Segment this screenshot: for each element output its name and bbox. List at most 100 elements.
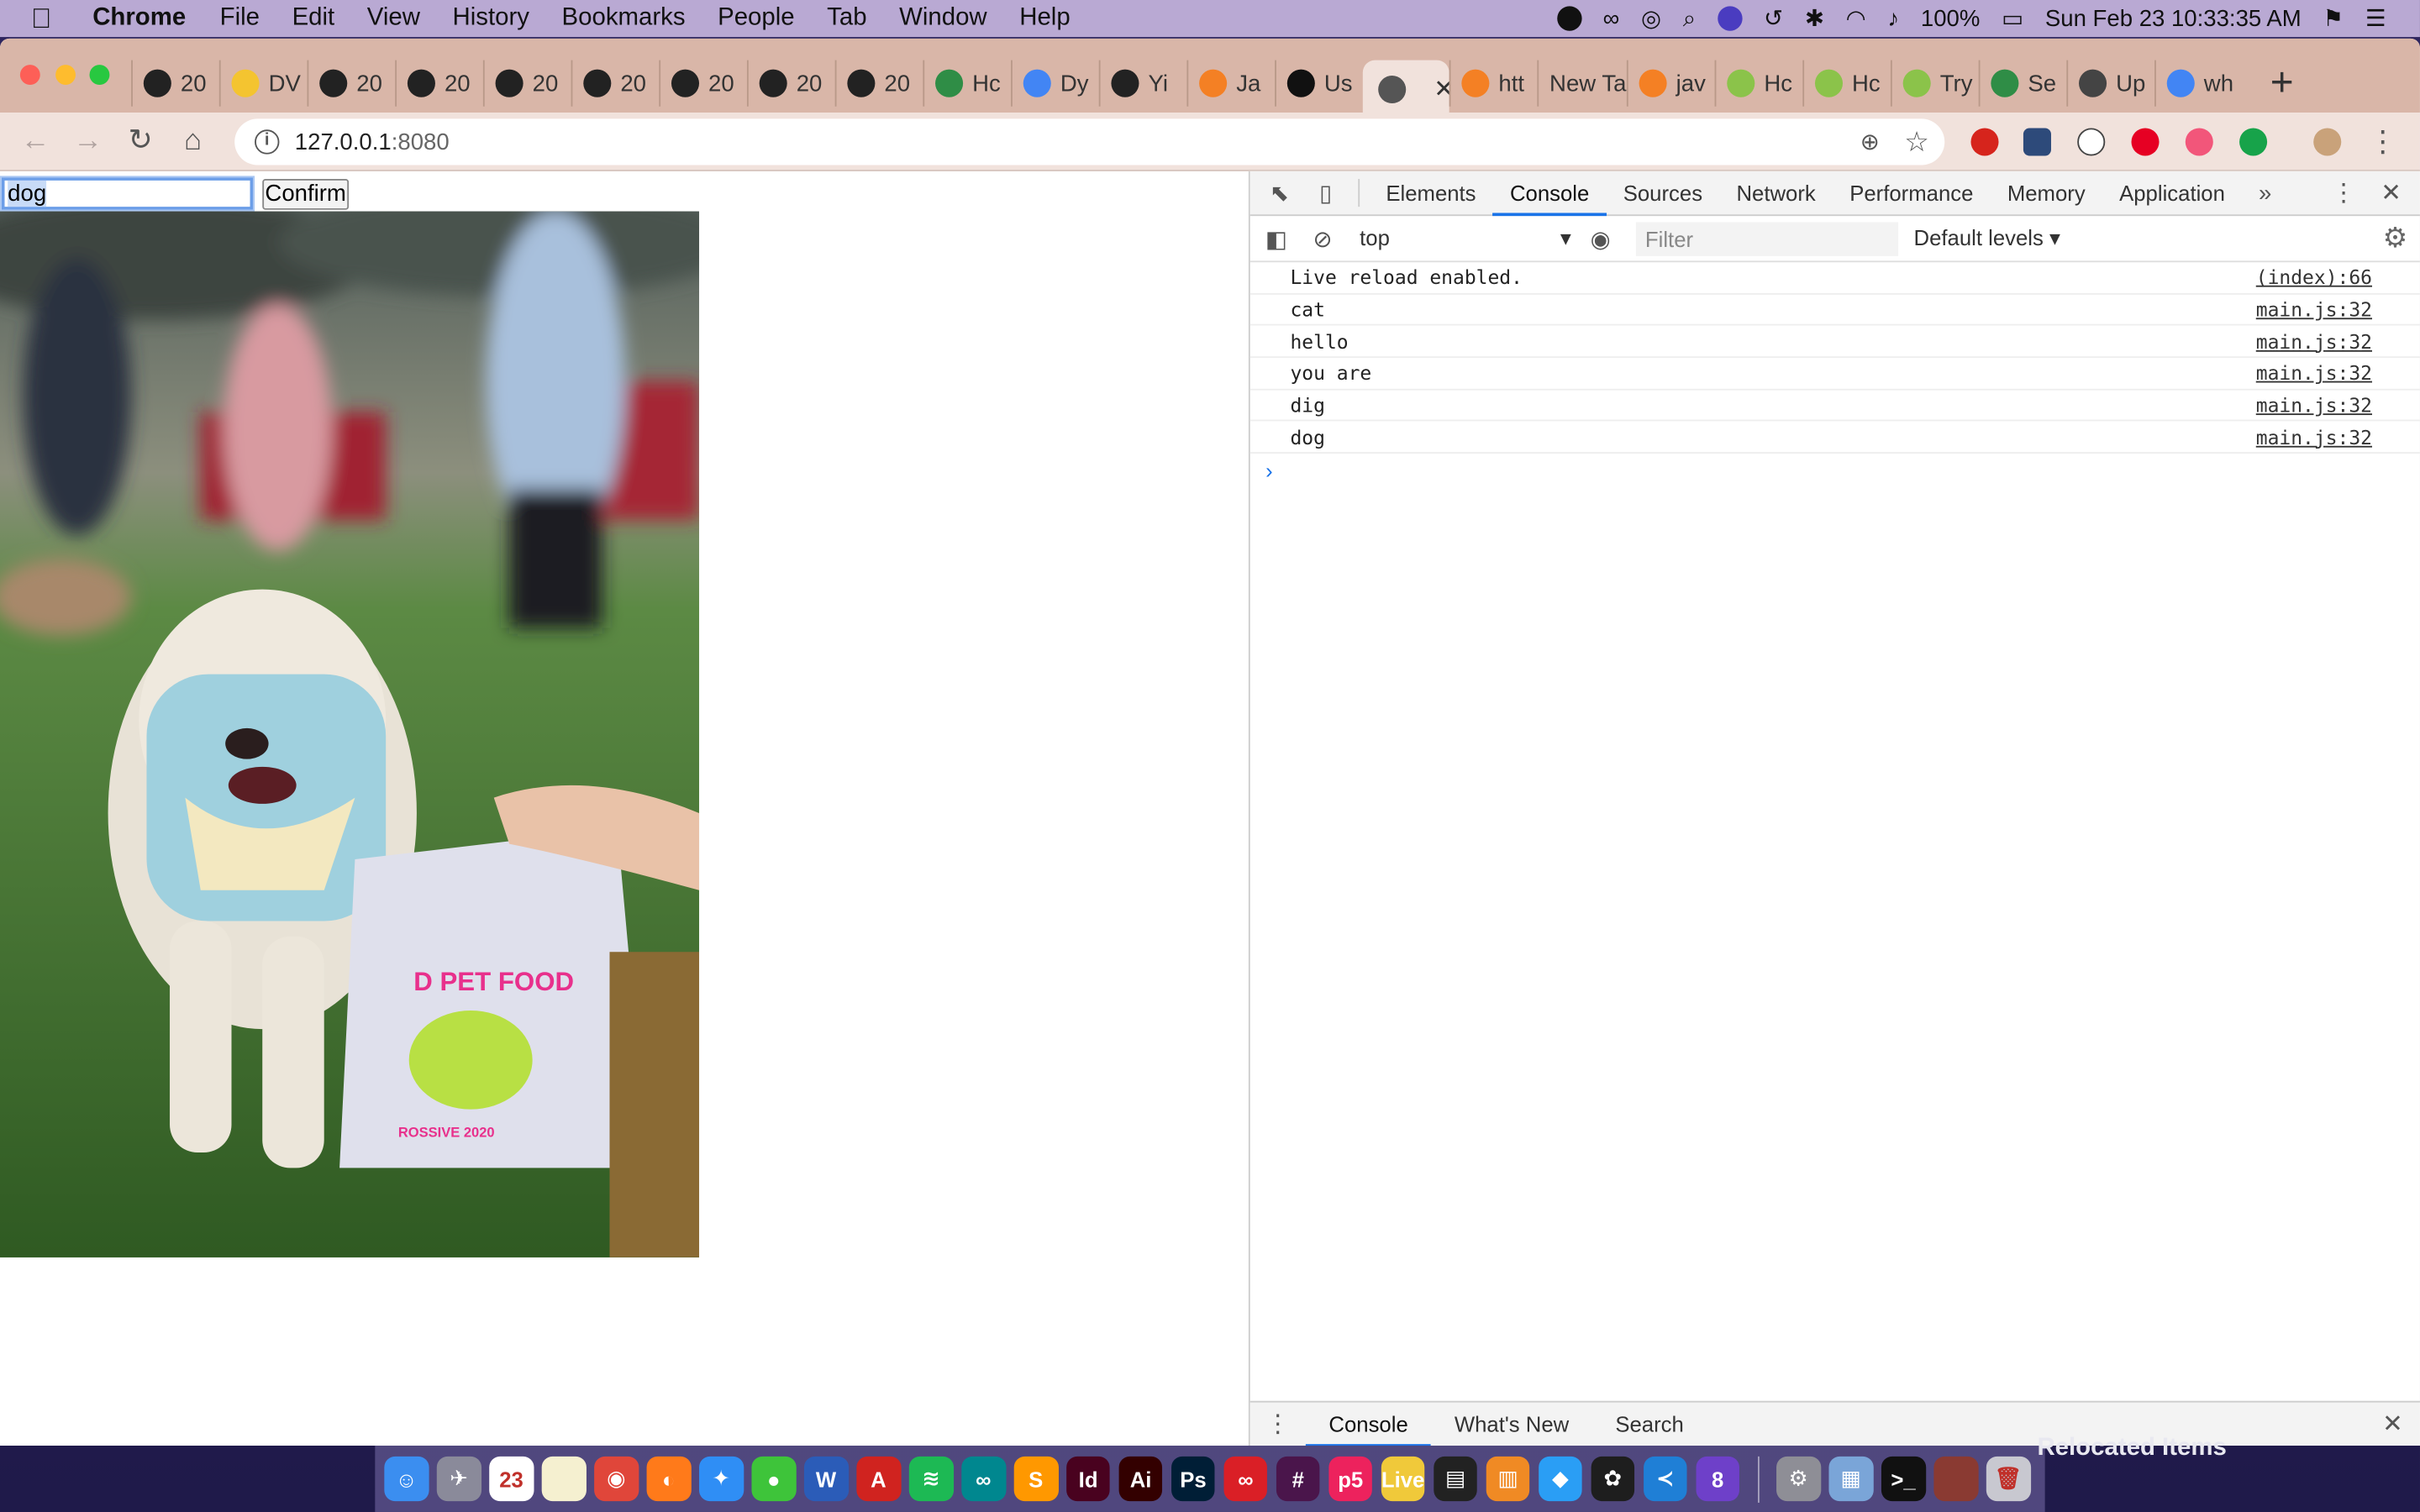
sublime-icon[interactable]: S <box>1013 1457 1059 1501</box>
books-icon[interactable]: ▥ <box>1486 1457 1530 1501</box>
browser-tab[interactable]: jav <box>1626 60 1715 107</box>
close-window-button[interactable] <box>19 65 40 86</box>
browser-tab[interactable]: Up <box>2066 60 2154 107</box>
app-menu[interactable]: Chrome <box>92 5 186 33</box>
word-icon[interactable]: W <box>803 1457 849 1501</box>
firefox-icon[interactable]: ◐ <box>646 1457 692 1501</box>
browser-tab[interactable]: 20 <box>834 60 923 107</box>
menu-view[interactable]: View <box>367 5 420 33</box>
slack-icon[interactable]: # <box>1276 1457 1321 1501</box>
menu-bookmarks[interactable]: Bookmarks <box>562 5 686 33</box>
preview-icon[interactable]: ▦ <box>1828 1457 1873 1501</box>
browser-tab[interactable]: wh <box>2154 60 2243 107</box>
tab-network[interactable]: Network <box>1719 171 1833 215</box>
back-button[interactable]: ← <box>9 124 61 158</box>
pinterest-icon[interactable] <box>2131 128 2160 156</box>
browser-tab[interactable]: Try <box>1890 60 1979 107</box>
safari-icon[interactable]: ✦ <box>698 1457 744 1501</box>
tab-memory[interactable]: Memory <box>1991 171 2102 215</box>
extension-t-icon[interactable] <box>2185 128 2213 156</box>
chrome-icon[interactable]: ◉ <box>594 1457 639 1501</box>
arduino-icon[interactable]: ∞ <box>960 1457 1006 1501</box>
live-icon[interactable]: Live <box>1381 1457 1425 1501</box>
creative-cloud-menu-icon[interactable]: ∞ <box>1603 5 1620 31</box>
console-source-link[interactable]: main.js:32 <box>2256 394 2372 417</box>
browser-tab[interactable]: Yi <box>1098 60 1187 107</box>
time-machine-icon[interactable]: ↺ <box>1764 5 1783 32</box>
extension-grammarly-icon[interactable] <box>2239 128 2268 156</box>
terminal-app-icon[interactable]: ▤ <box>1433 1457 1478 1501</box>
illustrator-icon[interactable]: Ai <box>1118 1457 1163 1501</box>
browser-tab[interactable]: 20 <box>482 60 571 107</box>
figma-icon[interactable]: ✿ <box>1590 1457 1635 1501</box>
devtools-close-icon[interactable]: ✕ <box>2381 177 2402 208</box>
browser-tab[interactable]: Hc <box>923 60 1011 107</box>
confirm-button[interactable]: Confirm <box>262 179 350 210</box>
console-source-link[interactable]: main.js:32 <box>2256 426 2372 449</box>
devtools-menu-icon[interactable]: ⋮ <box>2332 177 2356 208</box>
menu-tab[interactable]: Tab <box>827 5 866 33</box>
more-tabs-icon[interactable]: » <box>2242 180 2288 206</box>
zoom-icon[interactable]: ⊕ <box>1860 128 1880 155</box>
tab-elements[interactable]: Elements <box>1369 171 1493 215</box>
drawer-menu-icon[interactable]: ⋮ <box>1250 1409 1306 1440</box>
menu-help[interactable]: Help <box>1019 5 1070 33</box>
acrobat-icon[interactable]: A <box>856 1457 901 1501</box>
tab-console[interactable]: Console <box>1492 171 1607 216</box>
browser-tab[interactable]: htt <box>1449 60 1538 107</box>
calendar-icon[interactable]: 23 <box>489 1457 534 1501</box>
console-filter-input[interactable]: Filter <box>1635 221 1899 255</box>
notification-center-icon[interactable]: ☰ <box>2365 5 2386 32</box>
live-expression-eye-icon[interactable]: ◉ <box>1577 224 1623 252</box>
drawer-tab-console[interactable]: Console <box>1305 1402 1432 1446</box>
battery-percent[interactable]: 100% <box>1921 5 1980 31</box>
site-info-icon[interactable]: i <box>255 129 280 155</box>
inspect-element-icon[interactable]: ⬉ <box>1256 179 1302 207</box>
browser-tab[interactable]: 20 <box>571 60 660 107</box>
extension-shield-icon[interactable] <box>2023 128 2051 156</box>
browser-tab[interactable]: Dy <box>1011 60 1099 107</box>
browser-tab[interactable]: Ja <box>1186 60 1275 107</box>
clock[interactable]: Sun Feb 23 10:33:35 AM <box>2045 5 2302 31</box>
finder-icon[interactable]: ☺ <box>384 1457 429 1501</box>
launchpad-icon[interactable]: ✈ <box>436 1457 481 1501</box>
tab-close-icon[interactable]: ✕ <box>1434 74 1449 105</box>
tab-sources[interactable]: Sources <box>1607 171 1720 215</box>
browser-tab[interactable]: Hc <box>1714 60 1803 107</box>
drawer-tab-whats-new[interactable]: What's New <box>1431 1402 1591 1446</box>
word-input[interactable]: dog <box>0 176 255 212</box>
tab-performance[interactable]: Performance <box>1833 171 1991 215</box>
battery-icon[interactable]: ▭ <box>2002 5 2023 32</box>
menu-file[interactable]: File <box>220 5 260 33</box>
menu-edit[interactable]: Edit <box>292 5 335 33</box>
home-button[interactable]: ⌂ <box>166 124 218 158</box>
console-prompt[interactable]: › <box>1250 454 2420 487</box>
minimize-window-button[interactable] <box>55 65 76 86</box>
menu-window[interactable]: Window <box>899 5 987 33</box>
console-source-link[interactable]: (index):66 <box>2256 266 2372 290</box>
sketch-icon[interactable]: ◆ <box>1538 1457 1583 1501</box>
console-settings-gear-icon[interactable]: ⚙ <box>2383 222 2408 255</box>
tab-application[interactable]: Application <box>2102 171 2242 215</box>
browser-tab[interactable]: 20 <box>307 60 396 107</box>
browser-tab[interactable]: ✕ <box>1362 60 1449 119</box>
system-preferences-icon[interactable]: ⚙ <box>1776 1457 1821 1501</box>
wifi-icon[interactable]: ◠ <box>1846 5 1866 32</box>
browser-tab[interactable]: Us <box>1275 60 1363 107</box>
creative-cloud-icon[interactable]: ∞ <box>1223 1457 1268 1501</box>
console-source-link[interactable]: main.js:32 <box>2256 330 2372 354</box>
notes-icon[interactable] <box>541 1457 587 1501</box>
vscode-icon[interactable]: ≺ <box>1643 1457 1688 1501</box>
menu-history[interactable]: History <box>453 5 529 33</box>
apple-menu-icon[interactable]:  <box>31 3 65 35</box>
browser-tab[interactable]: Se <box>1978 60 2067 107</box>
new-tab-button[interactable]: + <box>2270 58 2294 106</box>
browser-tab[interactable]: 20 <box>131 60 219 107</box>
status-bubble-icon[interactable] <box>1556 6 1581 31</box>
drawer-tab-search[interactable]: Search <box>1592 1402 1707 1446</box>
browser-tab[interactable]: 20 <box>659 60 747 107</box>
clear-console-icon[interactable]: ⊘ <box>1300 224 1346 252</box>
spotlight-icon[interactable]: ⌕ <box>1683 5 1696 31</box>
menu-people[interactable]: People <box>718 5 795 33</box>
photoshop-icon[interactable]: Ps <box>1171 1457 1216 1501</box>
